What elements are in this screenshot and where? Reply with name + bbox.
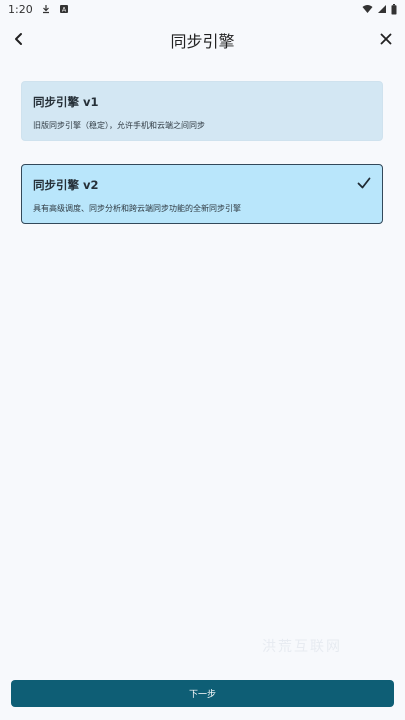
- status-left: 1:20 A: [8, 3, 69, 16]
- option-title: 同步引擎 v2: [33, 178, 99, 192]
- watermark: 洪荒互联网: [262, 639, 342, 655]
- app-bar: 同步引擎: [0, 22, 405, 56]
- close-icon: [380, 33, 392, 45]
- sync-engine-v1-option[interactable]: 同步引擎 v1 旧版同步引擎（稳定），允许手机和云端之间同步: [21, 81, 383, 141]
- sync-engine-v2-option[interactable]: 同步引擎 v2 具有高级调度、同步分析和跨云端同步功能的全新同步引擎: [21, 164, 383, 224]
- option-description: 具有高级调度、同步分析和跨云端同步功能的全新同步引擎: [33, 204, 241, 213]
- download-icon: [41, 4, 51, 14]
- option-description: 旧版同步引擎（稳定），允许手机和云端之间同步: [33, 121, 205, 130]
- close-button[interactable]: [373, 26, 399, 52]
- signal-icon: [377, 4, 387, 14]
- battery-icon: [391, 3, 397, 15]
- page-title: 同步引擎: [170, 32, 235, 51]
- translate-icon: A: [59, 4, 69, 14]
- option-title: 同步引擎 v1: [33, 95, 99, 109]
- next-button[interactable]: 下一步: [11, 680, 394, 707]
- next-button-label: 下一步: [188, 690, 216, 700]
- check-icon: [357, 177, 371, 189]
- status-time: 1:20: [8, 2, 33, 16]
- wifi-icon: [362, 4, 373, 14]
- status-right: [362, 3, 397, 15]
- status-bar: 1:20 A: [0, 0, 405, 18]
